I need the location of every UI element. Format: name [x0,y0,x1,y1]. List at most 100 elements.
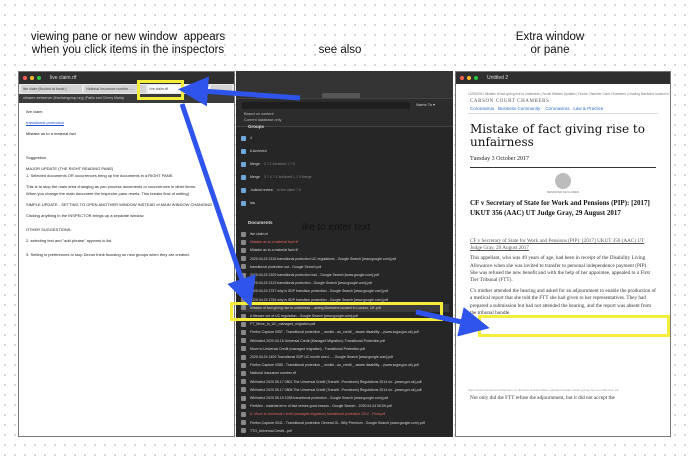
option-based-on-content[interactable]: Based on content [244,112,274,116]
document-name: Mistake as to a material fact.rtf [250,240,298,245]
group-row[interactable]: 4 [241,134,449,142]
document-name: FireMen - material error of fact verses … [250,404,392,409]
document-row[interactable]: 2020.04.24 1313 transitional protection … [241,279,449,287]
document-icon [241,256,246,262]
folder-icon [241,174,246,180]
other-label: OTHER SUGGESTIONS: [26,227,72,232]
document-name: A. Move to Universal Credit (managed mig… [250,412,386,417]
document-icon [241,387,246,393]
author-avatar [555,173,571,189]
document-name: TTO_Universal Credit...pdf [250,428,292,433]
tab-0[interactable]: live claim (flooded at bankr.) [21,85,83,93]
paragraph: This appellant, who was 49 years of age,… [470,255,650,284]
group-name: Judicial review [250,188,273,192]
document-name: Whirlwind 2020.05.17 0801 The Universal … [250,379,422,384]
case-citation: CF v Secretary of State for Work and Pen… [456,194,670,218]
document-row[interactable]: 2020.04.24 1316 transitional protection … [241,255,449,263]
document-name: FT_Move_to_UC_managed_migration.pdf [250,322,316,327]
zoom-window-icon[interactable] [474,76,478,80]
document-row[interactable]: FT_Move_to_UC_managed_migration.pdf [241,320,449,328]
suggestion-line: MAJOR UPDATE (THE RIGHT READING PANE) [26,166,114,171]
tab-3[interactable] [210,85,232,93]
group-row[interactable]: law [241,199,449,207]
group-row[interactable]: Judicial review In live claim ? 0 [241,186,449,194]
document-name: live claim.rtf [250,232,269,236]
right-window-title: Untitled 2 [487,75,509,81]
minimize-window-icon[interactable] [467,76,471,80]
left-window-title: live claim.rtf [50,75,77,81]
document-row[interactable]: FireMen - material error of fact verses … [241,402,449,410]
paragraph: C's mother attended the hearing and aske… [470,288,656,316]
middle-toolbar [236,71,453,99]
minimize-window-icon[interactable] [30,76,34,80]
group-name: 4 [250,136,252,140]
document-icon [241,329,246,335]
document-row[interactable]: Whirlwind 2020.05.19 1038 transitional p… [241,394,449,402]
close-window-icon[interactable] [460,76,464,80]
enter-text-hint: ike to enter text [302,222,371,233]
nav-item[interactable]: Business Community [498,106,540,111]
document-row[interactable]: Firefox Capture 0041 - Transitional prot… [241,419,449,427]
document-row[interactable]: Whirlwind 2020.05.12 4787 Shelter Legal … [241,435,449,437]
document-name: 2020.04.24 1757 why is SDP transition pr… [250,289,389,294]
document-row[interactable]: 2020.04.24 1757 why is SDP transition pr… [241,287,449,295]
left-titlebar: live claim.rtf [19,72,234,84]
document-icon [241,231,246,237]
group-row[interactable]: Merge 3 ? 4 ? 1 Archived 1 ? 0 Merge [241,173,449,181]
option-current-database[interactable]: Current database only [244,118,281,122]
citation-link[interactable]: CF v Secretary of State for Work and Pen… [470,238,656,252]
document-row[interactable]: Firefox Capture 0057 - Transitional prot… [241,328,449,336]
middle-see-also-window: Name To ▾ Based on content Current datab… [236,71,453,437]
document-row[interactable]: Firefox Capture 0085 - Transitional prot… [241,361,449,369]
sort-dropdown[interactable]: Name To ▾ [416,102,435,107]
document-row[interactable]: Move to Universal Credit (managed migrat… [241,345,449,353]
document-name: Whirlwind 2020.05.17 0808 The Universal … [250,387,422,392]
document-icon [241,239,246,245]
toolbar-button[interactable] [322,93,360,98]
doc-line1: Mistake as to a material fact [26,131,76,136]
document-row[interactable]: TTO_Universal Credit...pdf [241,427,449,435]
nav-item[interactable]: Coronavirus [545,106,569,111]
document-row[interactable]: Whirlwind 2020.05.17 0808 The Universal … [241,386,449,394]
group-name: A Archived [250,149,267,153]
document-row[interactable]: 2020.04.24 1409 Transitional SDP UC mont… [241,353,449,361]
left-document: live claim transitional protection Mista… [19,103,234,269]
document-row[interactable]: A. Move to Universal Credit (managed mig… [241,410,449,418]
document-icon [241,338,246,344]
left-url-bar[interactable]: ultrasex webserver (theclaimgroup.org) (… [19,94,234,103]
folder-icon [241,200,246,206]
document-row[interactable]: Mistake as to a material fact.rtf [241,238,449,246]
nav-item[interactable]: Law & Practice [573,106,603,111]
group-subtitle: 3 ? 4 ? 1 Archived 1 ? 0 Merge [263,175,312,179]
document-icon [241,403,246,409]
zoom-window-icon[interactable] [37,76,41,80]
article-date: Tuesday 3 October 2017 [470,149,656,168]
document-row[interactable]: Whirlwind 2020.05.17 0801 The Universal … [241,378,449,386]
document-row[interactable]: 2020.04.24 1309 transitional protection … [241,271,449,279]
highlight-document-row [230,302,443,321]
document-name: Whirlwind 2020.04.16 Universal Credit (M… [250,338,386,343]
group-name: law [250,201,256,205]
case-line: CF v Secretary of State for Work and Pen… [470,199,650,207]
document-icon [241,272,246,278]
document-icon [241,354,246,360]
close-window-icon[interactable] [23,76,27,80]
document-icon [241,280,246,286]
document-row[interactable]: transitional protection out - Google Sea… [241,263,449,271]
group-subtitle: In live claim ? 0 [276,188,301,192]
doc-link[interactable]: transitional protection [26,120,227,126]
document-row[interactable]: Mistake as to a material fact.rtf [241,246,449,254]
document-icon [241,379,246,385]
document-row[interactable]: Whirlwind 2020.04.16 Universal Credit (M… [241,337,449,345]
see-also-search-input[interactable] [242,102,410,109]
nav-item[interactable]: Coronavirus [470,106,494,111]
doc-heading: live claim [26,109,43,114]
document-row[interactable]: National Insurance number.rtf [241,369,449,377]
group-subtitle: 3 ? 1 Archived 1 ? 0 [263,162,295,166]
suggestion-line: 1. Selected documents OR occurrences bri… [26,173,174,178]
left-viewing-window: live claim.rtf live claim (flooded at ba… [18,71,235,437]
group-row[interactable]: A Archived [241,147,449,155]
document-name: Firefox Capture 0057 - Transitional prot… [250,330,419,335]
document-icon [241,436,246,437]
group-row[interactable]: Merge 3 ? 1 Archived 1 ? 0 [241,160,449,168]
